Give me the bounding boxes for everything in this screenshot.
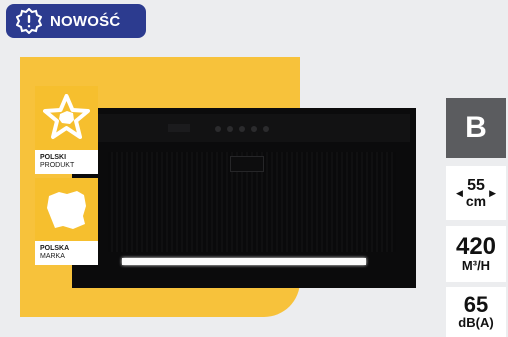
noise-spec: 65 dB(A) xyxy=(446,287,506,337)
noise-unit: dB(A) xyxy=(458,315,494,330)
airflow-value: 420 xyxy=(455,233,497,260)
width-value: 55 xyxy=(467,177,485,194)
airflow-unit: M³/H xyxy=(461,258,491,273)
width-spec: ◀ 55 cm ▶ xyxy=(446,166,506,220)
hood-display xyxy=(230,156,264,172)
hood-button xyxy=(263,126,269,132)
polish-brand-badge: POLSKA MARKA xyxy=(35,178,98,265)
arrow-right-icon: ▶ xyxy=(489,187,497,198)
hood-button xyxy=(215,126,221,132)
arrow-left-icon: ◀ xyxy=(455,187,463,198)
hood-buttons xyxy=(215,126,269,132)
polish-product-badge: POLSKI PRODUKT xyxy=(35,86,98,174)
badge-subtitle: MARKA xyxy=(40,253,65,260)
new-badge: NOWOŚĆ xyxy=(6,4,146,38)
badge-exclamation-icon xyxy=(16,8,42,34)
cooker-hood-image xyxy=(72,108,416,288)
badge-caption: POLSKA MARKA xyxy=(35,241,98,265)
new-badge-label: NOWOŚĆ xyxy=(50,12,121,30)
energy-class-badge: B xyxy=(446,98,506,158)
hood-light-strip xyxy=(122,258,366,265)
badge-title: POLSKI xyxy=(40,154,67,161)
hood-button xyxy=(239,126,245,132)
hood-button xyxy=(251,126,257,132)
hood-logo-plate xyxy=(168,124,190,132)
noise-value: 65 xyxy=(463,292,489,317)
badge-title: POLSKA xyxy=(40,245,70,252)
badge-caption: POLSKI PRODUKT xyxy=(35,150,98,174)
poland-map-icon xyxy=(47,191,86,229)
width-unit: cm xyxy=(465,193,487,209)
airflow-spec: 420 M³/H xyxy=(446,226,506,282)
hood-button xyxy=(227,126,233,132)
badge-subtitle: PRODUKT xyxy=(40,162,75,169)
star-poland-icon xyxy=(43,94,90,139)
